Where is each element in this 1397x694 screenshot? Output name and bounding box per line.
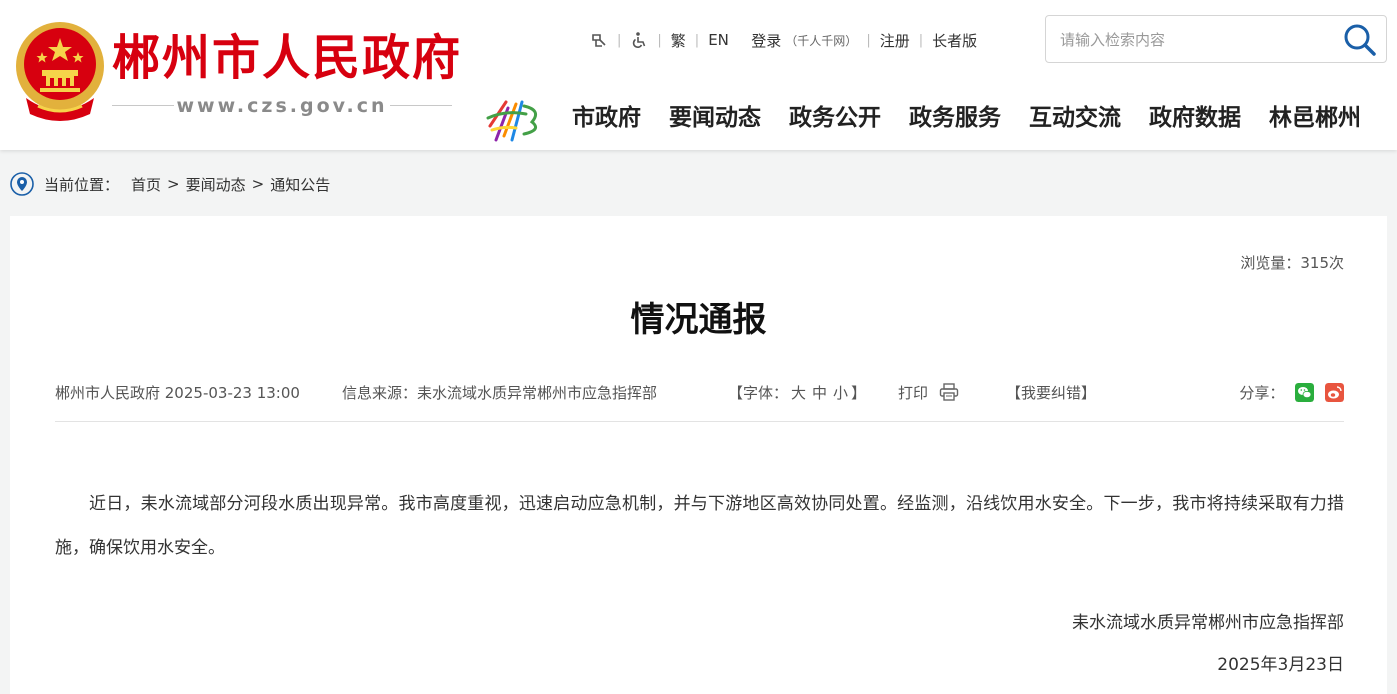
site-title[interactable]: 郴州市人民政府 <box>112 28 462 88</box>
report-error-link[interactable]: 【我要纠错】 <box>1006 382 1096 403</box>
wechat-icon[interactable] <box>1295 383 1315 402</box>
share-label: 分享： <box>1239 384 1285 402</box>
publisher-date: 郴州市人民政府 2025-03-23 13:00 <box>55 384 300 402</box>
register-link[interactable]: 注册 <box>880 30 910 51</box>
nav-item-news[interactable]: 要闻动态 <box>655 96 775 140</box>
national-emblem-icon[interactable] <box>12 18 108 124</box>
print-label: 打印 <box>898 384 929 402</box>
nav-item-city-government[interactable]: 市政府 <box>558 96 655 140</box>
font-size-suffix: 】 <box>851 384 867 402</box>
breadcrumb-label: 当前位置： <box>44 175 120 194</box>
nav-item-linyi-chenzhou[interactable]: 林邑郴州 <box>1255 96 1375 140</box>
linyi-logo-icon <box>486 100 538 142</box>
nav-item-services[interactable]: 政务服务 <box>895 96 1015 140</box>
signature-organization: 耒水流域水质异常郴州市应急指挥部 <box>1072 613 1344 633</box>
search-input[interactable] <box>1058 24 1332 56</box>
site-header: 郴州市人民政府 www.czs.gov.cn | | 繁 | EN | 登录 （… <box>0 0 1397 150</box>
site-url-block: www.czs.gov.cn <box>112 94 452 118</box>
signature-date: 2025年3月23日 <box>1217 655 1344 675</box>
breadcrumb-notices[interactable]: 通知公告 <box>270 174 330 195</box>
login-link[interactable]: 登录 <box>751 30 781 51</box>
article-title: 情况通报 <box>630 300 767 340</box>
wheelchair-icon[interactable] <box>630 31 648 49</box>
breadcrumb-separator: > <box>167 175 180 193</box>
font-size-large[interactable]: 大 <box>791 384 806 402</box>
article-meta: 郴州市人民政府 2025-03-23 13:00 信息来源：耒水流域水质异常郴州… <box>55 378 1344 406</box>
breadcrumb-home[interactable]: 首页 <box>131 174 161 195</box>
share-block: 分享： <box>1239 382 1344 403</box>
elder-version-link[interactable]: 长者版 <box>932 30 977 51</box>
toolbar-separator: | <box>918 32 924 48</box>
breadcrumb-news[interactable]: 要闻动态 <box>186 174 246 195</box>
traditional-chinese-link[interactable]: 繁 <box>671 30 686 51</box>
printer-icon <box>939 383 958 401</box>
nav-item-government-affairs[interactable]: 政务公开 <box>775 96 895 140</box>
toolbar-separator: | <box>657 32 662 48</box>
barrier-free-icon[interactable] <box>590 31 608 49</box>
toolbar-separator: | <box>617 32 622 48</box>
location-pin-icon <box>10 172 34 196</box>
english-link[interactable]: EN <box>708 31 729 49</box>
top-toolbar: | | 繁 | EN | 登录 （千人千网） | 注册 | 长者版 <box>590 28 977 52</box>
breadcrumb-separator: > <box>251 175 265 193</box>
nav-item-government-data[interactable]: 政府数据 <box>1135 96 1255 140</box>
search-icon[interactable] <box>1342 22 1378 58</box>
view-count: 浏览量：315次 <box>1240 254 1344 272</box>
print-button[interactable]: 打印 <box>898 382 959 403</box>
search-box <box>1045 15 1387 63</box>
login-note: （千人千网） <box>785 33 858 48</box>
nav-item-interaction[interactable]: 互动交流 <box>1015 96 1135 140</box>
article-body: 近日，耒水流域部分河段水质出现异常。我市高度重视，迅速启动应急机制，并与下游地区… <box>55 494 1344 558</box>
toolbar-separator: | <box>694 32 700 48</box>
font-size-controls: 【字体：大中小】 <box>728 382 866 403</box>
breadcrumb: 当前位置： 首页 > 要闻动态 > 通知公告 <box>10 172 330 196</box>
site-url: www.czs.gov.cn <box>176 95 388 117</box>
font-size-prefix: 【字体： <box>728 384 789 402</box>
toolbar-separator: | <box>866 32 871 48</box>
font-size-small[interactable]: 小 <box>833 384 848 402</box>
article-source: 信息来源：耒水流域水质异常郴州市应急指挥部 <box>342 384 658 402</box>
meta-divider <box>55 421 1344 422</box>
main-nav: 市政府 要闻动态 政务公开 政务服务 互动交流 政府数据 林邑郴州 <box>558 96 1375 140</box>
article-container: 浏览量：315次 情况通报 郴州市人民政府 2025-03-23 13:00 信… <box>10 216 1387 694</box>
font-size-medium[interactable]: 中 <box>812 384 827 402</box>
weibo-icon[interactable] <box>1325 383 1344 402</box>
